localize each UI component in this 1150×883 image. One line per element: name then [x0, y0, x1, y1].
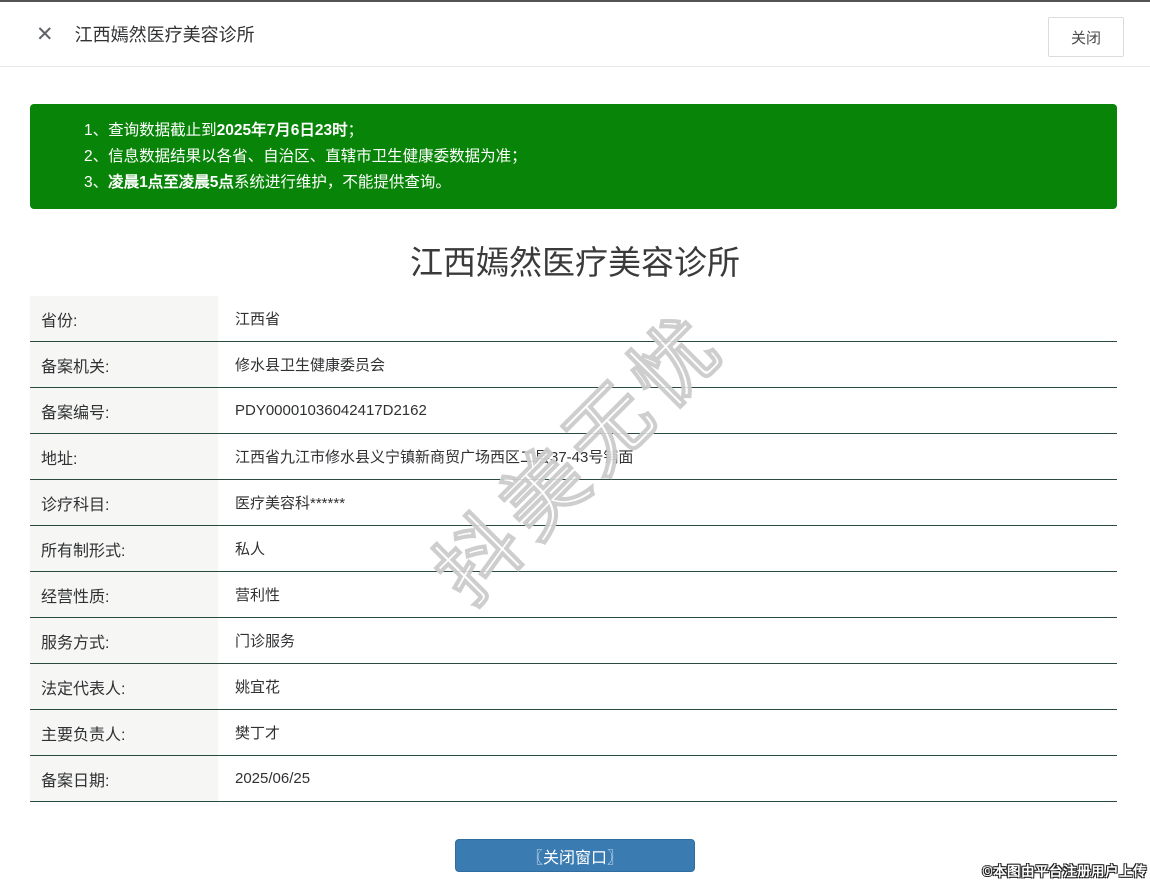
row-label: 省份:: [30, 296, 218, 341]
notice-bold-text: 凌晨1点至凌晨5点: [108, 174, 234, 191]
row-value: 营利性: [235, 587, 281, 604]
row-label: 服务方式:: [30, 618, 218, 663]
row-label: 主要负责人:: [30, 710, 218, 755]
row-value: 医疗美容科******: [235, 495, 346, 512]
table-row: 服务方式: 门诊服务: [30, 618, 1117, 664]
table-row: 主要负责人: 樊丁才: [30, 710, 1117, 756]
table-row: 备案机关: 修水县卫生健康委员会: [30, 342, 1117, 388]
table-row: 经营性质: 营利性: [30, 572, 1117, 618]
notice-text-after: ；: [347, 122, 364, 139]
record-detail-window: ✕ 江西嫣然医疗美容诊所 关闭 1、查询数据截止到2025年7月6日23时； 2…: [0, 0, 1150, 883]
notice-line: 3、凌晨1点至凌晨5点系统进行维护，不能提供查询。: [84, 170, 1097, 196]
close-window-button[interactable]: 〖关闭窗口〗: [455, 839, 695, 872]
table-row: 地址: 江西省九江市修水县义宁镇新商贸广场西区二层37-43号铺面: [30, 434, 1117, 480]
notice-list: 1、查询数据截止到2025年7月6日23时； 2、信息数据结果以各省、自治区、直…: [84, 118, 1097, 196]
row-label: 备案日期:: [30, 756, 218, 801]
window-title: 江西嫣然医疗美容诊所: [74, 25, 255, 45]
row-value: 2025/06/25: [235, 770, 311, 787]
notice-line: 1、查询数据截止到2025年7月6日23时；: [84, 118, 1097, 144]
notice-text: 2、信息数据结果以各省、自治区、直辖市卫生健康委数据为准；: [84, 148, 527, 165]
table-row: 备案编号: PDY00001036042417D2162: [30, 388, 1117, 434]
row-value: 门诊服务: [235, 633, 296, 650]
row-label: 地址:: [30, 434, 218, 479]
notice-banner: 1、查询数据截止到2025年7月6日23时； 2、信息数据结果以各省、自治区、直…: [30, 104, 1117, 209]
copyright-stamp: ©本图由平台注册用户上传: [982, 864, 1147, 879]
row-label: 经营性质:: [30, 572, 218, 617]
row-value: 私人: [235, 541, 266, 558]
table-row: 省份: 江西省: [30, 296, 1117, 342]
row-value: PDY00001036042417D2162: [235, 402, 427, 419]
close-x-icon[interactable]: ✕: [36, 24, 54, 45]
row-value: 江西省: [235, 311, 281, 328]
row-label: 诊疗科目:: [30, 480, 218, 525]
notice-line: 2、信息数据结果以各省、自治区、直辖市卫生健康委数据为准；: [84, 144, 1097, 170]
row-label: 备案机关:: [30, 342, 218, 387]
table-row: 诊疗科目: 医疗美容科******: [30, 480, 1117, 526]
close-button[interactable]: 关闭: [1048, 17, 1124, 57]
row-label: 所有制形式:: [30, 526, 218, 571]
row-value: 江西省九江市修水县义宁镇新商贸广场西区二层37-43号铺面: [235, 449, 634, 466]
detail-table: 省份: 江西省 备案机关: 修水县卫生健康委员会 备案编号: PDY000010…: [30, 296, 1117, 802]
institution-title: 江西嫣然医疗美容诊所: [410, 244, 740, 281]
row-value: 修水县卫生健康委员会: [235, 357, 386, 374]
table-row: 法定代表人: 姚宜花: [30, 664, 1117, 710]
row-label: 备案编号:: [30, 388, 218, 433]
notice-text: 3、: [84, 174, 109, 191]
table-row: 所有制形式: 私人: [30, 526, 1117, 572]
notice-text-after: 系统进行维护，不能提供查询。: [233, 174, 451, 191]
row-label: 法定代表人:: [30, 664, 218, 709]
window-header: ✕ 江西嫣然医疗美容诊所 关闭: [0, 2, 1150, 67]
table-row: 备案日期: 2025/06/25: [30, 756, 1117, 802]
notice-text: 1、查询数据截止到: [84, 122, 217, 139]
row-value: 姚宜花: [235, 679, 281, 696]
row-value: 樊丁才: [235, 725, 281, 742]
notice-bold-text: 2025年7月6日23时: [216, 122, 348, 139]
